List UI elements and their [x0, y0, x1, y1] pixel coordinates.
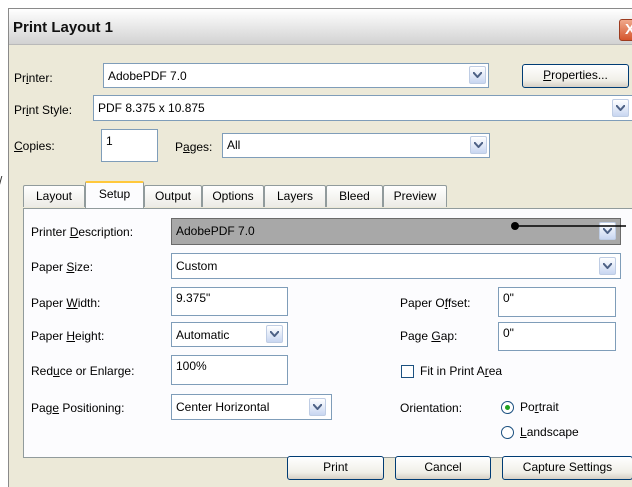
pages-value: All	[227, 138, 241, 152]
chevron-down-icon[interactable]	[612, 99, 629, 117]
paper-size-select[interactable]: Custom	[171, 253, 621, 279]
tab-bleed[interactable]: Bleed	[326, 185, 383, 207]
page-positioning-label: Page Positioning:	[31, 401, 125, 415]
tab-layers[interactable]: Layers	[264, 185, 326, 207]
landscape-radio[interactable]	[501, 426, 514, 439]
page-positioning-select[interactable]: Center Horizontal	[171, 394, 332, 420]
print-button[interactable]: Print	[287, 456, 384, 480]
paper-height-select[interactable]: Automatic	[171, 322, 288, 347]
properties-button[interactable]: Properties...	[522, 64, 629, 88]
printer-description-select[interactable]: AdobePDF 7.0	[171, 218, 621, 245]
page-gap-input[interactable]: 0"	[498, 322, 616, 351]
tab-layout[interactable]: Layout	[23, 185, 85, 207]
landscape-label[interactable]: Landscape	[520, 425, 579, 439]
pages-label: Pages:	[175, 140, 213, 154]
chevron-down-icon[interactable]	[469, 66, 486, 84]
tab-options[interactable]: Options	[202, 185, 264, 207]
fit-in-print-area-label[interactable]: Fit in Print Area	[420, 364, 502, 378]
printer-select[interactable]: AdobePDF 7.0	[103, 63, 489, 88]
chevron-down-icon[interactable]	[599, 257, 616, 275]
title-bar[interactable]: Print Layout 1 X	[9, 9, 632, 45]
paper-offset-label: Paper Offset:	[400, 296, 471, 310]
chevron-down-icon[interactable]	[266, 325, 283, 343]
paper-width-label: Paper Width:	[31, 296, 101, 310]
setup-panel: Printer Description: AdobePDF 7.0 Paper …	[23, 208, 632, 458]
page-gap-label: Page Gap:	[400, 329, 458, 343]
margin-mark	[0, 176, 8, 186]
printer-description-value: AdobePDF 7.0	[176, 224, 255, 238]
reduce-enlarge-input[interactable]: 100%	[171, 355, 288, 385]
pages-select[interactable]: All	[222, 133, 490, 158]
paper-height-value: Automatic	[176, 328, 230, 342]
portrait-label[interactable]: Portrait	[520, 400, 559, 414]
paper-size-value: Custom	[176, 259, 218, 273]
print-style-value: PDF 8.375 x 10.875	[98, 101, 205, 115]
printer-label: Printer:	[14, 71, 53, 85]
copies-label: Copies:	[14, 139, 55, 153]
tab-output[interactable]: Output	[144, 185, 202, 207]
chevron-down-icon[interactable]	[599, 222, 616, 240]
tab-strip: Layout Setup Output Options Layers Bleed…	[23, 181, 632, 210]
close-icon[interactable]: X	[619, 19, 632, 41]
paper-size-label: Paper Size:	[31, 260, 94, 274]
print-style-select[interactable]: PDF 8.375 x 10.875	[93, 95, 632, 121]
chevron-down-icon[interactable]	[470, 136, 487, 154]
print-style-label: Print Style:	[14, 103, 73, 117]
page-positioning-value: Center Horizontal	[176, 400, 270, 414]
copies-input[interactable]: 1	[101, 129, 158, 162]
orientation-label: Orientation:	[400, 401, 463, 415]
print-layout-dialog: Print Layout 1 X Printer: AdobePDF 7.0 P…	[8, 8, 632, 487]
fit-in-print-area-checkbox[interactable]	[401, 365, 414, 378]
capture-settings-button[interactable]: Capture Settings	[502, 456, 632, 480]
chevron-down-icon[interactable]	[309, 398, 326, 416]
window-title: Print Layout 1	[13, 19, 114, 36]
tab-setup[interactable]: Setup	[85, 181, 144, 208]
portrait-radio[interactable]	[501, 401, 514, 414]
reduce-enlarge-label: Reduce or Enlarge:	[31, 364, 135, 378]
paper-width-input[interactable]: 9.375"	[171, 287, 288, 316]
printer-description-label: Printer Description:	[31, 225, 134, 239]
paper-height-label: Paper Height:	[31, 329, 105, 343]
cancel-button[interactable]: Cancel	[395, 456, 491, 480]
printer-select-value: AdobePDF 7.0	[108, 69, 187, 83]
tab-preview[interactable]: Preview	[383, 185, 447, 207]
paper-offset-input[interactable]: 0"	[498, 287, 616, 317]
